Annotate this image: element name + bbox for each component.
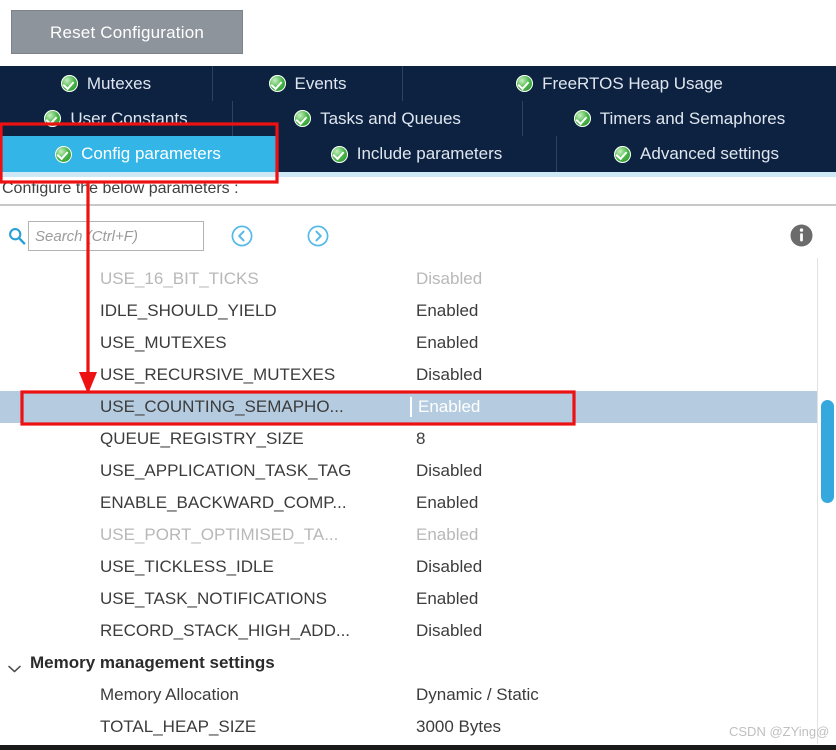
tab-label: Include parameters xyxy=(356,144,503,163)
vertical-scrollbar-track[interactable] xyxy=(817,258,836,744)
table-row-selected[interactable]: USE_COUNTING_SEMAPHO... Enabled xyxy=(0,391,818,423)
parameter-name: USE_MUTEXES xyxy=(100,333,227,352)
parameter-name: RECORD_STACK_HIGH_ADD... xyxy=(100,621,351,640)
table-row[interactable]: USE_TASK_NOTIFICATIONS Enabled xyxy=(0,583,818,615)
parameter-name: TOTAL_HEAP_SIZE xyxy=(100,717,257,736)
check-circle-icon xyxy=(60,75,78,92)
check-circle-icon xyxy=(573,110,591,127)
parameter-list[interactable]: USE_16_BIT_TICKS Disabled IDLE_SHOULD_YI… xyxy=(0,263,818,750)
check-circle-icon xyxy=(294,110,312,127)
check-circle-icon xyxy=(614,145,632,163)
tab-timers-and-semaphores[interactable]: Timers and Semaphores xyxy=(523,101,836,136)
table-row[interactable]: TOTAL_HEAP_SIZE 3000 Bytes xyxy=(0,711,818,743)
check-circle-icon xyxy=(516,75,534,92)
tab-mutexes[interactable]: Mutexes xyxy=(0,66,213,101)
tab-bar: Mutexes Events FreeRTOS Heap Usage User … xyxy=(0,66,836,172)
parameter-name: USE_APPLICATION_TASK_TAG xyxy=(100,461,352,480)
table-row[interactable]: USE_PORT_OPTIMISED_TA... Enabled xyxy=(0,519,818,551)
circle-chevron-right-icon[interactable] xyxy=(306,224,330,248)
parameter-name: Memory Allocation xyxy=(100,685,239,704)
tab-events[interactable]: Events xyxy=(213,66,403,101)
check-circle-icon xyxy=(268,75,286,92)
tab-label: Mutexes xyxy=(86,73,152,93)
search-toolbar xyxy=(0,217,836,257)
parameter-name: USE_RECURSIVE_MUTEXES xyxy=(100,365,336,384)
parameter-value: Enabled xyxy=(416,493,479,512)
parameter-value: Disabled xyxy=(416,365,483,384)
parameter-value: 3000 Bytes xyxy=(416,717,502,736)
parameter-value: Enabled xyxy=(416,589,479,608)
tab-include-parameters[interactable]: Include parameters xyxy=(277,136,557,172)
panel-instruction: Configure the below parameters : xyxy=(2,180,239,197)
parameter-name: USE_16_BIT_TICKS xyxy=(100,269,259,288)
tab-label: User Constants xyxy=(70,108,188,128)
check-circle-icon xyxy=(330,145,348,163)
parameter-value: Disabled xyxy=(416,269,483,288)
parameter-name: USE_TICKLESS_IDLE xyxy=(100,557,274,576)
watermark: CSDN @ZYing@ xyxy=(729,724,830,739)
tab-label: Tasks and Queues xyxy=(320,108,461,128)
parameter-value: Enabled xyxy=(416,525,479,544)
tab-label: FreeRTOS Heap Usage xyxy=(542,73,723,93)
toolbar: Reset Configuration xyxy=(0,0,836,64)
tab-row-3: Config parameters Include parameters Adv… xyxy=(0,136,836,172)
tab-label: Timers and Semaphores xyxy=(599,108,786,128)
tab-label: Events xyxy=(294,73,347,93)
search-icon xyxy=(8,227,26,245)
parameter-value: Enabled xyxy=(410,397,480,417)
tab-config-parameters[interactable]: Config parameters xyxy=(0,136,277,172)
tab-label: Advanced settings xyxy=(640,144,779,163)
tab-tasks-and-queues[interactable]: Tasks and Queues xyxy=(233,101,523,136)
parameter-name: USE_COUNTING_SEMAPHO... xyxy=(100,397,344,416)
tab-user-constants[interactable]: User Constants xyxy=(0,101,233,136)
parameter-value: Enabled xyxy=(416,301,479,320)
vertical-scrollbar-thumb[interactable] xyxy=(821,400,834,503)
bottom-rule xyxy=(0,745,836,750)
parameter-name: USE_TASK_NOTIFICATIONS xyxy=(100,589,328,608)
parameter-value: Disabled xyxy=(416,461,483,480)
tab-label: Config parameters xyxy=(81,144,221,163)
parameter-name: USE_PORT_OPTIMISED_TA... xyxy=(100,525,339,544)
search-input[interactable] xyxy=(28,221,204,251)
table-row[interactable]: ENABLE_BACKWARD_COMP... Enabled xyxy=(0,487,818,519)
circle-chevron-left-icon[interactable] xyxy=(230,224,254,248)
table-row[interactable]: Memory Allocation Dynamic / Static xyxy=(0,679,818,711)
tab-freertos-heap-usage[interactable]: FreeRTOS Heap Usage xyxy=(403,66,836,101)
table-row[interactable]: USE_RECURSIVE_MUTEXES Disabled xyxy=(0,359,818,391)
group-header-memory-management[interactable]: Memory management settings xyxy=(0,647,818,679)
table-row[interactable]: USE_TICKLESS_IDLE Disabled xyxy=(0,551,818,583)
parameter-name: QUEUE_REGISTRY_SIZE xyxy=(100,429,304,448)
check-circle-icon xyxy=(55,145,73,163)
parameter-value: 8 xyxy=(416,429,426,448)
parameter-value: Enabled xyxy=(416,333,479,352)
table-row[interactable]: IDLE_SHOULD_YIELD Enabled xyxy=(0,295,818,327)
group-label: Memory management settings xyxy=(30,653,275,672)
parameter-name: IDLE_SHOULD_YIELD xyxy=(100,301,277,320)
tab-row-1: Mutexes Events FreeRTOS Heap Usage xyxy=(0,66,836,101)
check-circle-icon xyxy=(44,110,62,127)
config-parameters-panel: Configure the below parameters : Search … xyxy=(0,177,836,750)
parameter-value: Disabled xyxy=(416,621,483,640)
table-row[interactable]: USE_16_BIT_TICKS Disabled xyxy=(0,263,818,295)
reset-configuration-button[interactable]: Reset Configuration xyxy=(11,10,243,54)
table-row[interactable]: QUEUE_REGISTRY_SIZE 8 xyxy=(0,423,818,455)
chevron-down-icon[interactable] xyxy=(8,658,21,673)
parameter-value: Disabled xyxy=(416,557,483,576)
tab-row-2: User Constants Tasks and Queues Timers a… xyxy=(0,101,836,136)
parameter-value: Dynamic / Static xyxy=(416,685,539,704)
tab-advanced-settings[interactable]: Advanced settings xyxy=(557,136,836,172)
table-row[interactable]: USE_MUTEXES Enabled xyxy=(0,327,818,359)
table-row[interactable]: RECORD_STACK_HIGH_ADD... Disabled xyxy=(0,615,818,647)
table-row[interactable]: USE_APPLICATION_TASK_TAG Disabled xyxy=(0,455,818,487)
panel-divider xyxy=(0,204,836,206)
info-icon[interactable] xyxy=(789,223,814,248)
parameter-name: ENABLE_BACKWARD_COMP... xyxy=(100,493,347,512)
